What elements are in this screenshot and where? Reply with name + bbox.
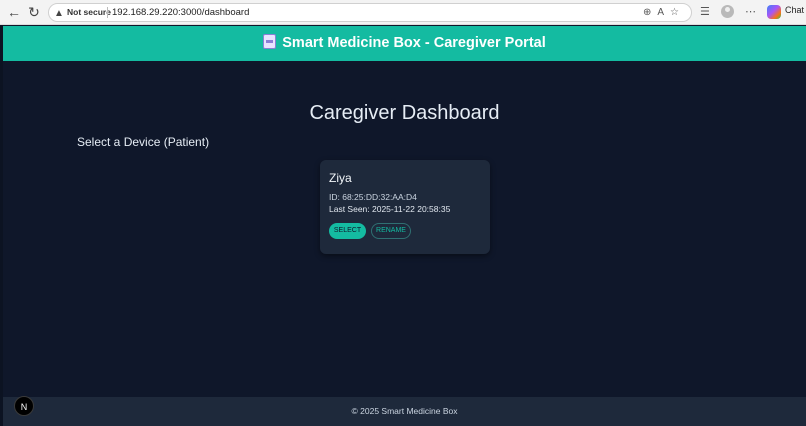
nextjs-dev-badge[interactable]: N [14,396,34,416]
more-icon[interactable]: ⋯ [745,4,756,20]
profile-icon[interactable] [721,5,734,18]
page-title-wrapper: Smart Medicine Box - Caregiver Portal [3,26,806,61]
not-secure-label[interactable]: Not secure [67,4,111,21]
copilot-icon[interactable] [767,5,781,19]
favorites-icon[interactable]: ☰ [700,4,710,20]
url-text[interactable]: 192.168.29.220:3000/dashboard [112,4,249,21]
rename-device-button[interactable]: RENAME [371,223,411,239]
page-title: Smart Medicine Box - Caregiver Portal [282,35,546,51]
read-aloud-icon[interactable]: A [657,7,670,18]
zoom-icon[interactable]: ⊕ [643,7,657,18]
chat-label[interactable]: Chat [785,5,804,15]
dashboard-heading: Caregiver Dashboard [309,102,500,124]
main-content: Caregiver Dashboard Select a Device (Pat… [3,61,806,397]
device-name: Ziya [329,171,352,185]
app-footer: © 2025 Smart Medicine Box [3,397,806,426]
device-card: Ziya ID: 68:25:DD:32:AA:D4 Last Seen: 20… [320,160,490,254]
device-last-seen: Last Seen: 2025-11-22 20:58:35 [329,204,451,214]
back-icon[interactable]: ← [6,4,22,20]
select-device-button[interactable]: SELECT [329,223,366,239]
reload-icon[interactable]: ↻ [26,4,42,20]
address-divider [107,7,108,18]
footer-copyright: © 2025 Smart Medicine Box [351,406,458,416]
address-bar[interactable]: ▲ Not secure 192.168.29.220:3000/dashboa… [48,3,692,22]
favorite-icon[interactable]: ☆ [670,7,685,18]
pill-box-icon [263,34,277,49]
address-actions: ⊕A☆ [643,4,685,21]
browser-toolbar: ← ↻ ▲ Not secure 192.168.29.220:3000/das… [0,0,806,25]
warning-icon[interactable]: ▲ [54,5,64,22]
device-id: ID: 68:25:DD:32:AA:D4 [329,192,417,202]
select-device-label: Select a Device (Patient) [77,135,210,149]
app-header: Smart Medicine Box - Caregiver Portal [3,26,806,61]
